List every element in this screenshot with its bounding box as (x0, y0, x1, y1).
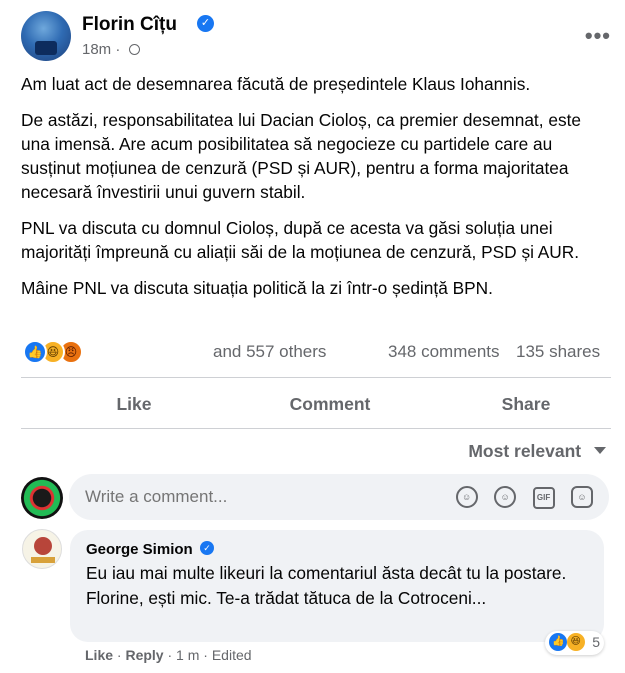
comment-composer: ☺ ☺ GIF ☺ (21, 474, 611, 520)
comment-button[interactable]: Comment (217, 384, 443, 424)
commenter-name[interactable]: George Simion (86, 541, 193, 558)
sticker-icon[interactable]: ☺ (571, 486, 593, 508)
like-button[interactable]: Like (21, 384, 247, 424)
post-paragraph: Mâine PNL va discuta situația politică l… (21, 278, 493, 298)
post-paragraph: De astăzi, responsabilitatea lui Dacian … (21, 110, 581, 202)
reactions-count[interactable]: and 557 others (213, 342, 326, 362)
more-options-icon[interactable]: ••• (585, 23, 611, 49)
comment-reactions[interactable]: 👍 😆 5 (545, 631, 604, 655)
comment-time[interactable]: 1 m (176, 647, 199, 663)
comment-sort-dropdown[interactable]: Most relevant (468, 441, 606, 462)
post-paragraph: Am luat act de desemnarea făcută de preș… (21, 74, 531, 94)
comment-meta: Like · Reply · 1 m · Edited (85, 647, 252, 663)
post-header: Florin Cîțu ✓ 18m · ••• (21, 11, 611, 61)
globe-icon (128, 44, 140, 55)
share-button[interactable]: Share (431, 384, 621, 424)
post-paragraph: PNL va discuta cu domnul Cioloș, după ce… (21, 218, 580, 262)
divider (21, 428, 611, 429)
emoji-icon[interactable]: ☺ (494, 486, 517, 508)
meta-separator: · (113, 647, 126, 663)
commenter-avatar[interactable] (22, 529, 62, 569)
like-reaction-icon: 👍 (23, 340, 47, 364)
author-name[interactable]: Florin Cîțu (82, 14, 177, 36)
meta-separator: · (163, 647, 177, 663)
meta-separator: · (199, 647, 212, 663)
comment-like-link[interactable]: Like (85, 647, 113, 663)
reactions-bar: 👍 😆 😠 and 557 others 348 comments 135 sh… (21, 339, 611, 365)
haha-reaction-icon: 😆 (566, 633, 585, 651)
post-body: Am luat act de desemnarea făcută de preș… (21, 72, 613, 312)
user-avatar[interactable] (21, 477, 63, 519)
time-separator: · (115, 41, 121, 58)
verified-badge-icon: ✓ (200, 541, 214, 555)
composer-icons: ☺ ☺ GIF ☺ (444, 486, 593, 509)
post-timestamp[interactable]: 18m · (82, 41, 140, 58)
reaction-icons[interactable]: 👍 😆 😠 (23, 340, 95, 364)
comment-reaction-count: 5 (592, 634, 600, 650)
author-avatar[interactable] (21, 11, 71, 61)
avatar-sticker-icon[interactable]: ☺ (455, 486, 478, 508)
verified-badge-icon: ✓ (197, 15, 214, 32)
post-time-text[interactable]: 18m (82, 41, 111, 58)
comments-count[interactable]: 348 comments (388, 342, 500, 362)
comment-edited: Edited (211, 647, 252, 663)
like-reaction-icon: 👍 (549, 633, 568, 651)
gif-icon[interactable]: GIF (532, 487, 555, 509)
comment-bubble: George Simion ✓ Eu iau mai multe likeuri… (70, 530, 604, 655)
comment-reply-link[interactable]: Reply (125, 647, 163, 663)
shares-count[interactable]: 135 shares (516, 342, 600, 362)
divider (21, 377, 611, 378)
comment: George Simion ✓ Eu iau mai multe likeuri… (21, 529, 611, 673)
comment-text: Eu iau mai multe likeuri la comentariul … (86, 563, 567, 608)
sort-label: Most relevant (468, 441, 582, 461)
post-actions: Like Comment Share (21, 384, 611, 424)
chevron-down-icon (594, 447, 606, 454)
